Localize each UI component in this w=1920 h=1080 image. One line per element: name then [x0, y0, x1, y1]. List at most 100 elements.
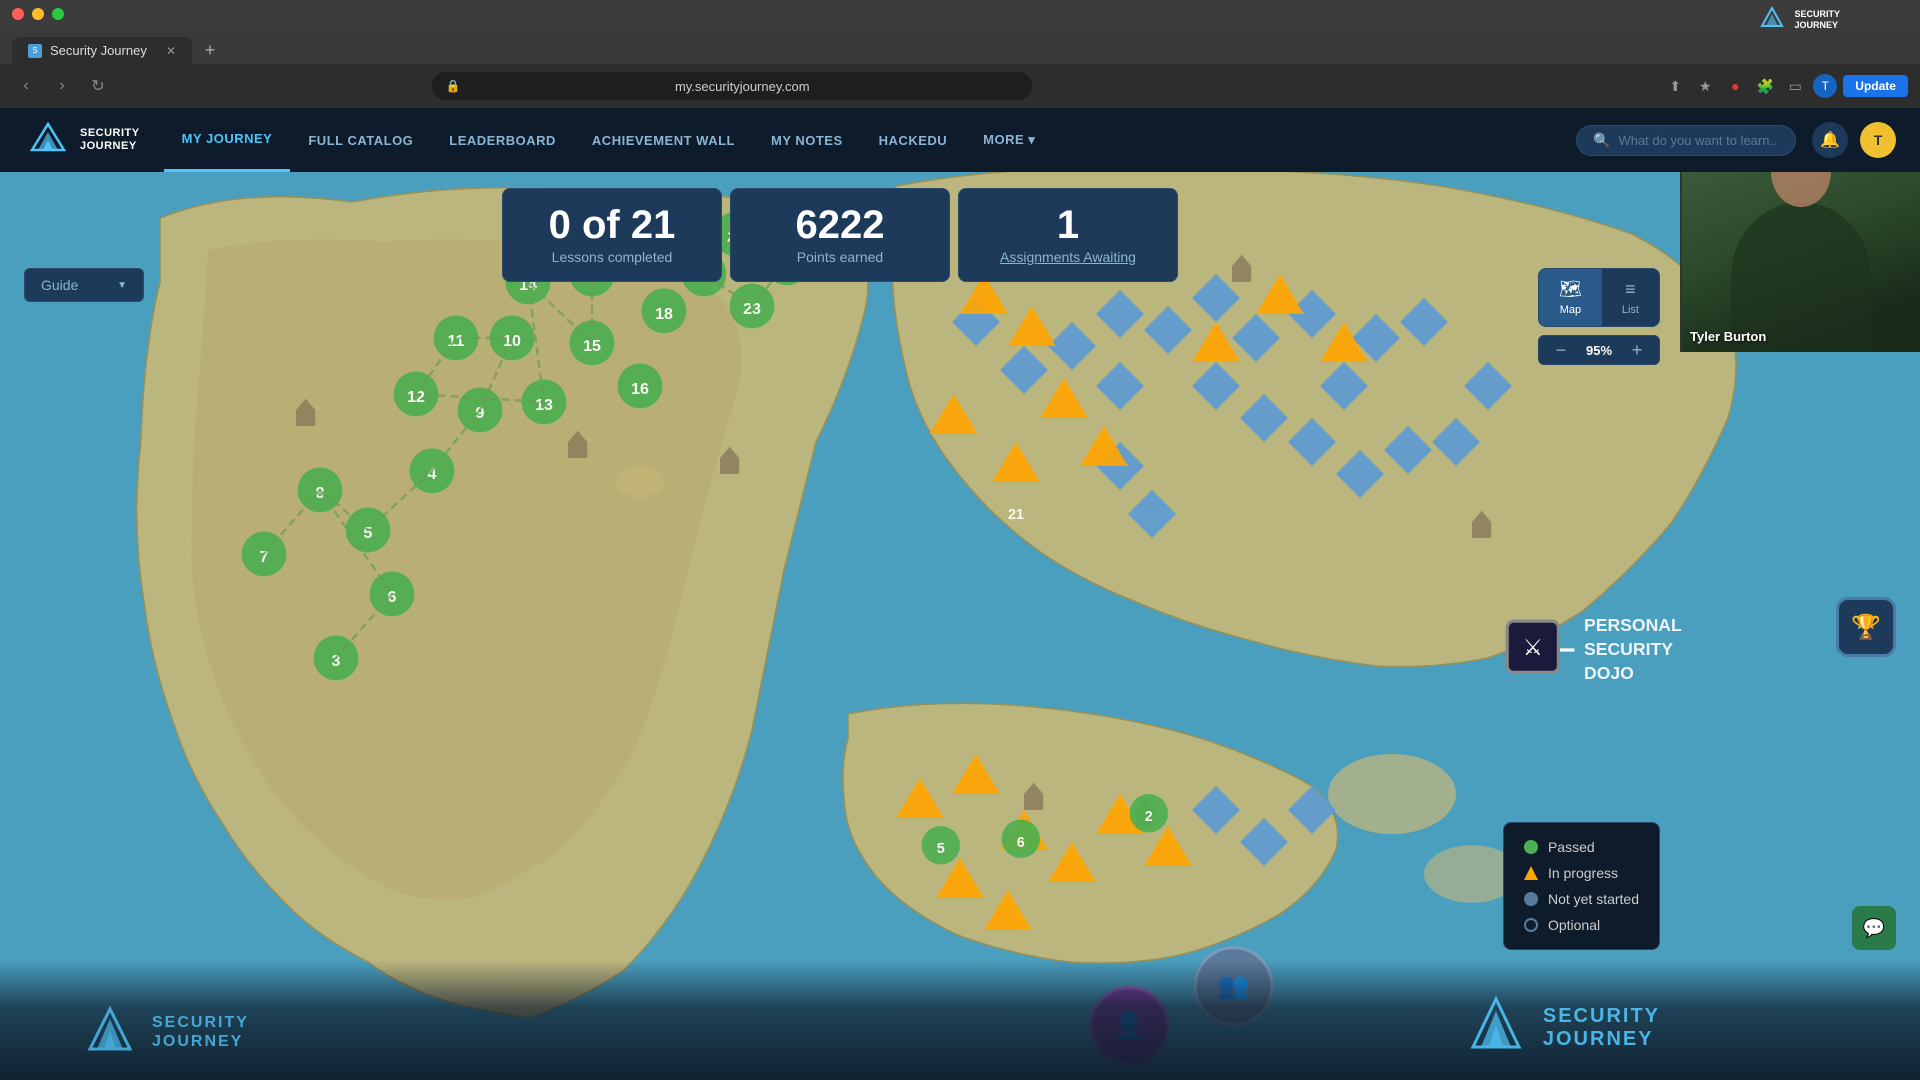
bottom-left-logo: SECURITY JOURNEY [80, 1005, 249, 1060]
bottom-right-logo: SECURITY JOURNEY [1461, 995, 1660, 1060]
svg-text:11: 11 [448, 333, 465, 350]
notifications-button[interactable]: 🔔 [1812, 122, 1848, 158]
assignments-label: Assignments Awaiting [999, 249, 1137, 265]
browser-tab[interactable]: S Security Journey ✕ [12, 37, 192, 64]
list-view-label: List [1622, 304, 1639, 316]
legend-optional: Optional [1524, 917, 1639, 933]
not-started-indicator [1524, 892, 1538, 906]
svg-text:10: 10 [503, 333, 521, 350]
svg-text:2: 2 [1145, 809, 1153, 825]
zoom-in-button[interactable]: + [1627, 340, 1647, 360]
map-icon: 🗺 [1559, 279, 1582, 300]
nav-my-journey[interactable]: MY JOURNEY [164, 108, 291, 172]
browser-logo-text: SECURITYJOURNEY [1794, 9, 1840, 31]
webcam-overlay: Tyler Burton [1680, 172, 1920, 352]
assignments-number: 1 [999, 205, 1137, 245]
svg-text:⚔: ⚔ [1523, 635, 1543, 660]
top-navigation: SECURITYJOURNEY MY JOURNEY FULL CATALOG … [0, 108, 1920, 172]
guide-dropdown: Guide ▼ [24, 268, 144, 302]
legend-not-started: Not yet started [1524, 891, 1639, 907]
person-head [1771, 172, 1831, 207]
os-maximize-dot[interactable] [52, 8, 64, 20]
tab-close-button[interactable]: ✕ [166, 44, 176, 58]
lessons-label: Lessons completed [543, 249, 681, 265]
user-avatar[interactable]: T [1860, 122, 1896, 158]
nav-leaderboard[interactable]: LEADERBOARD [431, 108, 574, 172]
lessons-number: 0 of 21 [543, 205, 681, 245]
nav-achievement-wall[interactable]: ACHIEVEMENT WALL [574, 108, 753, 172]
svg-text:6: 6 [1017, 835, 1025, 851]
map-view-label: Map [1560, 304, 1581, 316]
chevron-down-icon: ▼ [117, 280, 127, 291]
extension-icon[interactable]: ● [1723, 74, 1747, 98]
svg-text:15: 15 [583, 338, 601, 355]
url-text: my.securityjourney.com [467, 79, 1018, 94]
svg-text:18: 18 [655, 306, 673, 323]
forward-button[interactable]: › [48, 72, 76, 100]
bottom-logo-text: SECURITY JOURNEY [152, 1014, 249, 1051]
svg-text:DOJO: DOJO [1584, 663, 1634, 683]
svg-text:16: 16 [631, 381, 649, 398]
reload-button[interactable]: ↻ [84, 72, 112, 100]
bottom-right-logo-text: SECURITY JOURNEY [1543, 1005, 1660, 1051]
achievement-icon[interactable]: 🏆 [1836, 597, 1896, 657]
main-content: 7 8 6 5 4 3 9 10 11 [0, 172, 1920, 1080]
svg-text:5: 5 [937, 841, 945, 857]
list-view-button[interactable]: ≡ List [1602, 269, 1659, 326]
os-close-dot[interactable] [12, 8, 24, 20]
search-icon: 🔍 [1593, 132, 1610, 149]
svg-text:4: 4 [428, 466, 437, 483]
legend-in-progress: In progress [1524, 865, 1639, 881]
passed-indicator [1524, 840, 1538, 854]
zoom-out-button[interactable]: − [1551, 340, 1571, 360]
map-controls: 🗺 Map ≡ List − 95% + [1538, 268, 1660, 365]
guide-label: Guide [41, 277, 78, 293]
nav-more[interactable]: MORE ▾ [965, 108, 1053, 172]
points-label: Points earned [771, 249, 909, 265]
passed-label: Passed [1548, 839, 1595, 855]
nav-hackedu[interactable]: HACKEDU [861, 108, 966, 172]
assignments-link[interactable]: Assignments Awaiting [1000, 249, 1136, 265]
zoom-level: 95% [1579, 343, 1619, 358]
update-button[interactable]: Update [1843, 75, 1908, 97]
legend-passed: Passed [1524, 839, 1639, 855]
browser-logo: SECURITYJOURNEY [1756, 6, 1840, 34]
profile-icon[interactable]: T [1813, 74, 1837, 98]
bookmark-icon[interactable]: ★ [1693, 74, 1717, 98]
svg-text:PERSONAL: PERSONAL [1584, 615, 1682, 635]
app-logo: SECURITYJOURNEY [24, 122, 140, 158]
nav-links: MY JOURNEY FULL CATALOG LEADERBOARD ACHI… [164, 108, 1576, 172]
list-icon: ≡ [1625, 279, 1636, 300]
browser-chrome: S Security Journey ✕ + ‹ › ↻ 🔒 my.securi… [0, 28, 1920, 108]
points-number: 6222 [771, 205, 909, 245]
in-progress-label: In progress [1548, 865, 1618, 881]
tab-title: Security Journey [50, 43, 147, 58]
guide-button[interactable]: Guide ▼ [24, 268, 144, 302]
svg-text:SECURITY: SECURITY [1584, 639, 1673, 659]
webcam-video [1682, 172, 1920, 352]
assignments-stat-card: 1 Assignments Awaiting [958, 188, 1178, 282]
os-bar [0, 0, 1920, 28]
search-bar[interactable]: 🔍 [1576, 125, 1796, 156]
tab-bar: S Security Journey ✕ + [0, 28, 1920, 64]
view-toggle: 🗺 Map ≡ List [1538, 268, 1660, 327]
search-input[interactable] [1618, 133, 1778, 148]
chat-button[interactable]: 💬 [1852, 906, 1896, 950]
webcam-name: Tyler Burton [1690, 329, 1766, 344]
url-bar[interactable]: 🔒 my.securityjourney.com [432, 72, 1032, 100]
back-button[interactable]: ‹ [12, 72, 40, 100]
optional-indicator [1524, 918, 1538, 932]
points-stat-card: 6222 Points earned [730, 188, 950, 282]
nav-full-catalog[interactable]: FULL CATALOG [290, 108, 431, 172]
map-view-button[interactable]: 🗺 Map [1539, 269, 1602, 326]
in-progress-indicator [1524, 866, 1538, 880]
os-minimize-dot[interactable] [32, 8, 44, 20]
trophy-icon: 🏆 [1851, 613, 1881, 642]
optional-label: Optional [1548, 917, 1600, 933]
new-tab-button[interactable]: + [196, 36, 224, 64]
puzzle-icon[interactable]: 🧩 [1753, 74, 1777, 98]
sidebar-icon[interactable]: ▭ [1783, 74, 1807, 98]
nav-right-actions: 🔔 T [1812, 122, 1896, 158]
share-icon[interactable]: ⬆ [1663, 74, 1687, 98]
nav-my-notes[interactable]: MY NOTES [753, 108, 861, 172]
